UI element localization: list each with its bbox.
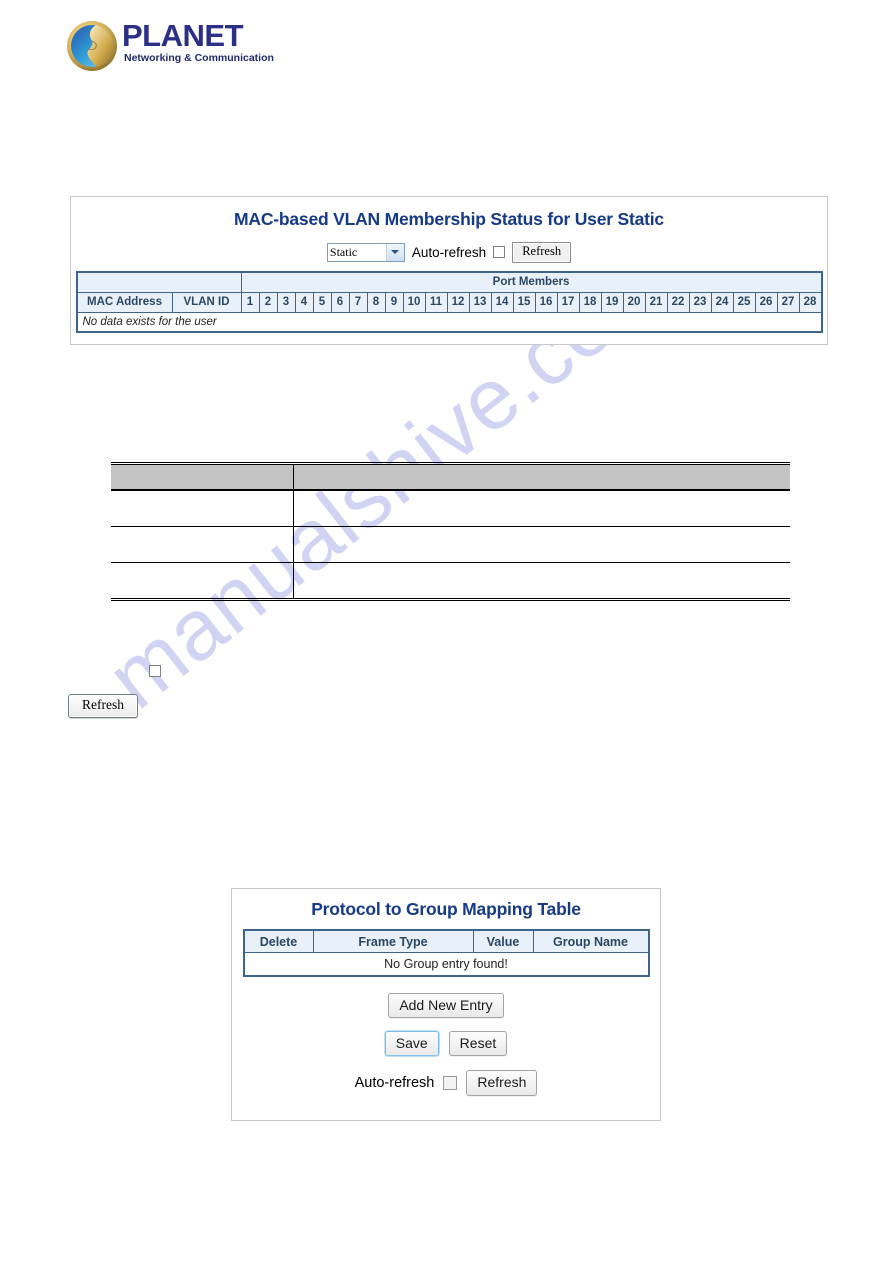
- table-row: [111, 490, 790, 527]
- col-vlan-id: VLAN ID: [171, 291, 242, 313]
- col-port-28: 28: [798, 291, 822, 313]
- table-group-header-row: Port Members: [76, 271, 822, 293]
- standalone-checkbox-wrapper: [149, 664, 161, 682]
- spec-cell-description: [293, 490, 790, 527]
- refresh-button[interactable]: Refresh: [512, 242, 572, 263]
- brand-wordmark: PLANET Networking & Communication: [122, 18, 274, 64]
- page-title: MAC-based VLAN Membership Status for Use…: [234, 209, 664, 229]
- col-port-12: 12: [446, 291, 470, 313]
- table-header-row: Delete Frame Type Value Group Name: [243, 929, 649, 953]
- col-port-10: 10: [402, 291, 426, 313]
- save-button[interactable]: Save: [384, 1031, 439, 1057]
- table-row: [111, 526, 790, 563]
- add-new-entry-row: Add New Entry: [232, 993, 660, 1019]
- user-select-wrapper[interactable]: Static: [326, 242, 405, 262]
- col-port-6: 6: [330, 291, 350, 313]
- empty-state-message: No data exists for the user: [76, 311, 822, 333]
- header-spacer: [76, 271, 242, 293]
- col-port-16: 16: [534, 291, 558, 313]
- table-row: No Group entry found!: [243, 952, 649, 977]
- planet-globe-logo-icon: [67, 21, 117, 71]
- col-port-1: 1: [240, 291, 260, 313]
- col-value: Value: [472, 929, 534, 953]
- col-port-11: 11: [424, 291, 448, 313]
- protocol-group-mapping-table: Delete Frame Type Value Group Name No Gr…: [242, 929, 650, 977]
- mac-vlan-membership-table: Port Members MAC Address VLAN ID 1 2 3 4…: [75, 270, 823, 333]
- col-port-27: 27: [776, 291, 800, 313]
- col-group-name: Group Name: [532, 929, 649, 953]
- protocol-to-group-mapping-panel: Protocol to Group Mapping Table Delete F…: [231, 888, 661, 1121]
- spec-header-description: [293, 463, 790, 491]
- add-new-entry-button[interactable]: Add New Entry: [388, 993, 504, 1019]
- port-members-header: Port Members: [240, 271, 822, 293]
- col-port-19: 19: [600, 291, 624, 313]
- table-header-row: MAC Address VLAN ID 1 2 3 4 5 6 7 8 9 10…: [76, 291, 822, 313]
- col-port-8: 8: [366, 291, 386, 313]
- save-reset-row: Save Reset: [232, 1031, 660, 1057]
- spec-cell-object: [111, 490, 294, 527]
- mac-vlan-controls: Static Auto-refresh Refresh: [71, 242, 827, 263]
- col-port-17: 17: [556, 291, 580, 313]
- col-delete: Delete: [243, 929, 314, 953]
- mac-based-vlan-status-panel: MAC-based VLAN Membership Status for Use…: [70, 196, 828, 345]
- col-port-5: 5: [312, 291, 332, 313]
- col-port-15: 15: [512, 291, 536, 313]
- col-port-24: 24: [710, 291, 734, 313]
- brand-logo: PLANET Networking & Communication: [66, 12, 316, 76]
- table-header-row: [111, 463, 790, 491]
- table-row: No data exists for the user: [76, 311, 822, 333]
- reset-button[interactable]: Reset: [448, 1031, 508, 1057]
- col-port-14: 14: [490, 291, 514, 313]
- auto-refresh-checkbox[interactable]: [493, 246, 506, 259]
- col-port-25: 25: [732, 291, 756, 313]
- user-select[interactable]: Static: [326, 242, 405, 262]
- table-row: [111, 562, 790, 600]
- svg-text:PLANET: PLANET: [122, 18, 244, 53]
- col-port-3: 3: [276, 291, 296, 313]
- empty-state-message: No Group entry found!: [243, 952, 649, 977]
- col-port-23: 23: [688, 291, 712, 313]
- col-port-2: 2: [258, 291, 278, 313]
- auto-refresh-label: Auto-refresh: [354, 1074, 435, 1091]
- standalone-refresh-wrapper: Refresh: [68, 694, 138, 718]
- description-table: [111, 462, 790, 601]
- col-port-13: 13: [468, 291, 492, 313]
- col-frame-type: Frame Type: [312, 929, 474, 953]
- col-port-4: 4: [294, 291, 314, 313]
- auto-refresh-row: Auto-refresh Refresh: [232, 1070, 660, 1096]
- spec-cell-description: [293, 526, 790, 563]
- auto-refresh-checkbox[interactable]: [443, 1075, 458, 1090]
- col-port-21: 21: [644, 291, 668, 313]
- protocol-panel-title: Protocol to Group Mapping Table: [311, 899, 581, 919]
- col-port-9: 9: [384, 291, 404, 313]
- spec-cell-object: [111, 526, 294, 563]
- col-port-18: 18: [578, 291, 602, 313]
- refresh-button[interactable]: Refresh: [68, 694, 138, 718]
- spec-header-object: [111, 463, 294, 491]
- col-port-22: 22: [666, 291, 690, 313]
- spec-cell-description: [293, 563, 790, 600]
- auto-refresh-checkbox[interactable]: [149, 665, 161, 677]
- auto-refresh-label: Auto-refresh: [411, 244, 487, 260]
- spec-cell-object: [111, 562, 294, 600]
- svg-text:Networking & Communication: Networking & Communication: [124, 52, 274, 64]
- col-port-26: 26: [754, 291, 778, 313]
- col-port-7: 7: [348, 291, 368, 313]
- col-port-20: 20: [622, 291, 646, 313]
- refresh-button[interactable]: Refresh: [466, 1070, 538, 1096]
- col-mac-address: MAC Address: [76, 291, 173, 313]
